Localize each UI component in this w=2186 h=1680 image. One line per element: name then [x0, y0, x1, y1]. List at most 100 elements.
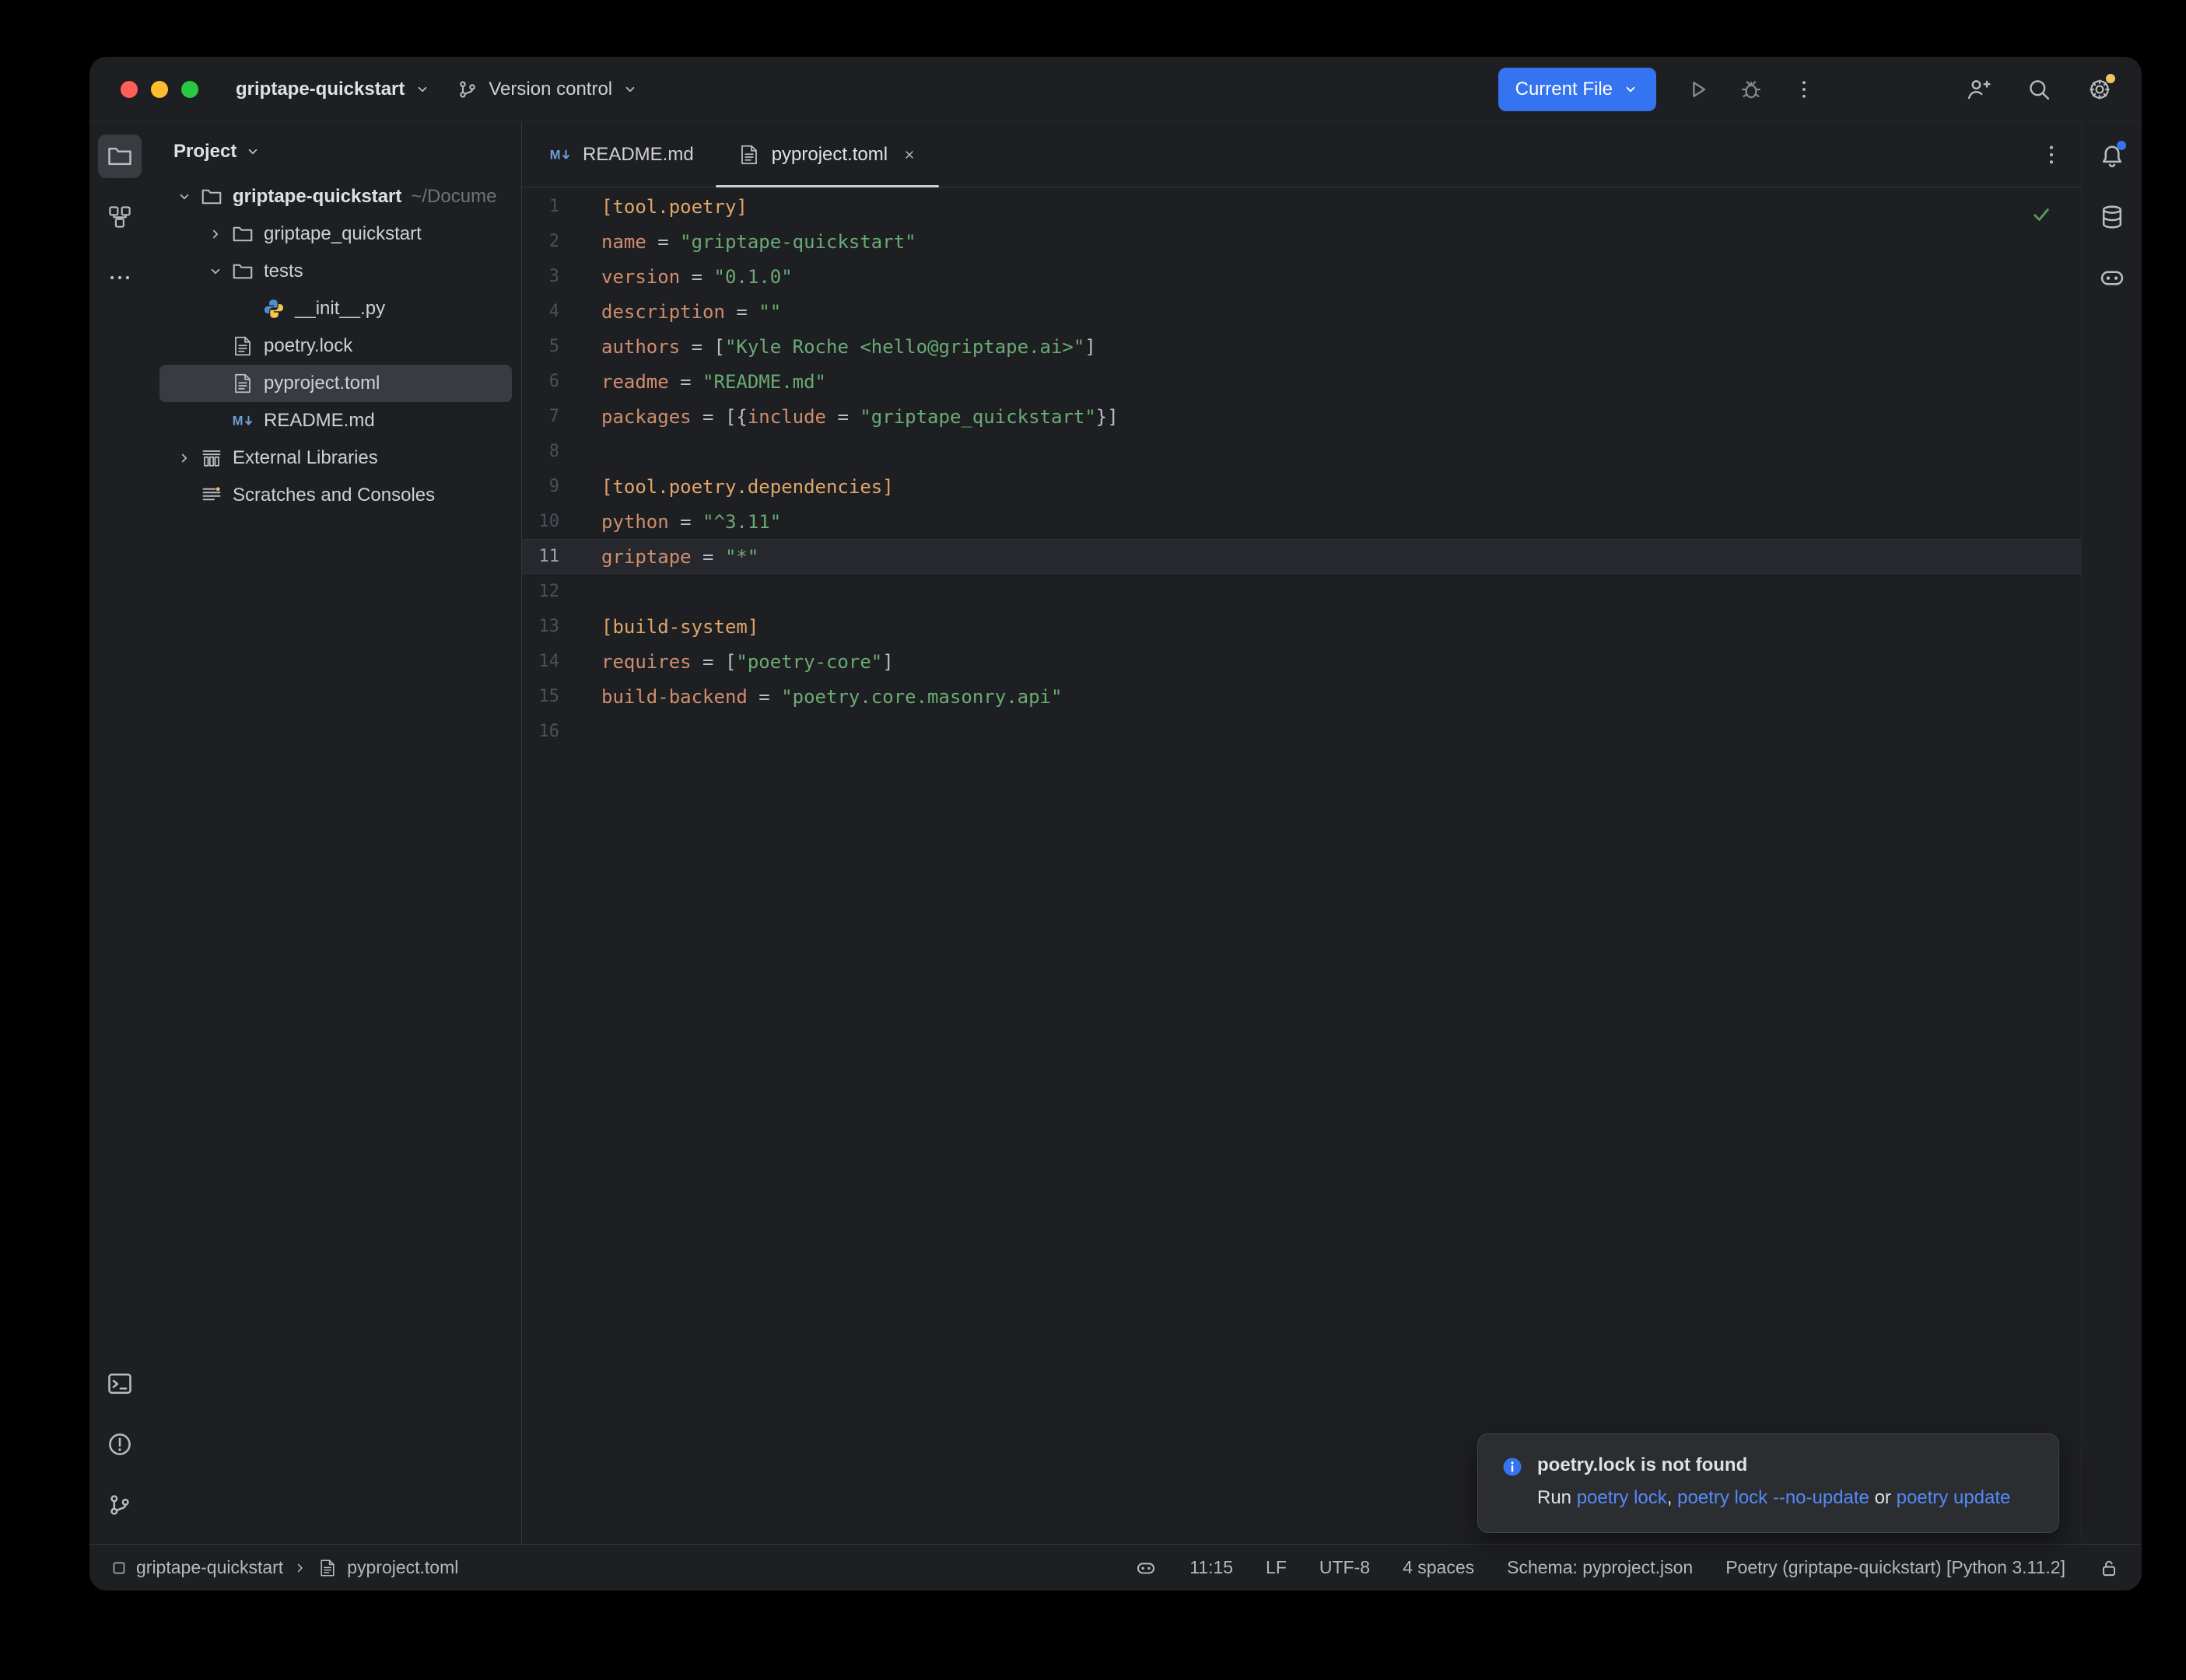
line-text: [tool.poetry.dependencies]: [575, 476, 894, 498]
code-line-10[interactable]: 10python = "^3.11": [522, 504, 2081, 539]
project-panel-header[interactable]: Project: [150, 131, 521, 172]
tree-item-griptape-quickstart[interactable]: griptape_quickstart: [159, 215, 512, 253]
tree-item-label: poetry.lock: [264, 335, 352, 357]
git-tool-icon[interactable]: [98, 1483, 142, 1527]
code-line-15[interactable]: 15build-backend = "poetry.core.masonry.a…: [522, 679, 2081, 714]
problems-tool-icon[interactable]: [98, 1423, 142, 1466]
line-number: 12: [522, 582, 575, 601]
breadcrumb: griptape-quickstart pyproject.toml: [111, 1557, 458, 1578]
chevron-down-icon[interactable]: [200, 263, 231, 280]
more-run-actions-icon[interactable]: [1781, 68, 1827, 111]
tree-item-label: External Libraries: [233, 447, 378, 469]
caret-position[interactable]: 11:15: [1189, 1557, 1233, 1578]
line-text: [build-system]: [575, 616, 758, 638]
code-line-4[interactable]: 4description = "": [522, 294, 2081, 329]
tab-readme-md[interactable]: M README.md: [527, 122, 716, 187]
code-line-8[interactable]: 8: [522, 434, 2081, 469]
line-number: 7: [522, 407, 575, 426]
tree-item-label: pyproject.toml: [264, 373, 380, 394]
scratch-icon: [200, 484, 231, 507]
run-configuration-selector[interactable]: Current File: [1498, 68, 1656, 111]
chevron-right-icon[interactable]: [169, 450, 200, 467]
ai-assistant-tool-icon[interactable]: [2090, 256, 2134, 299]
terminal-tool-icon[interactable]: [98, 1362, 142, 1405]
minimize-window-button[interactable]: [151, 81, 168, 98]
vcs-widget[interactable]: Version control: [443, 68, 651, 111]
statusbar-widgets: 11:15 LF UTF-8 4 spaces Schema: pyprojec…: [1135, 1557, 2120, 1579]
toml-file-icon: [317, 1558, 338, 1578]
chevron-down-icon: [244, 143, 261, 160]
notification-action-link[interactable]: poetry lock: [1577, 1487, 1667, 1508]
chevron-down-icon[interactable]: [169, 188, 200, 205]
python-interpreter[interactable]: Poetry (griptape-quickstart) [Python 3.1…: [1725, 1557, 2065, 1578]
zoom-window-button[interactable]: [181, 81, 198, 98]
tree-item-tests[interactable]: tests: [159, 253, 512, 290]
tree-item-pyproject-toml[interactable]: pyproject.toml: [159, 365, 512, 402]
code-line-12[interactable]: 12: [522, 574, 2081, 609]
chevron-right-icon[interactable]: [200, 226, 231, 243]
code-line-14[interactable]: 14requires = ["poetry-core"]: [522, 644, 2081, 679]
line-text: authors = ["Kyle Roche <hello@griptape.a…: [575, 336, 1096, 358]
close-tab-icon[interactable]: [902, 147, 917, 163]
code-line-2[interactable]: 2name = "griptape-quickstart": [522, 224, 2081, 259]
notification-popup[interactable]: poetry.lock is not found Run poetry lock…: [1477, 1433, 2059, 1533]
library-icon: [200, 446, 231, 470]
run-button[interactable]: [1675, 68, 1722, 111]
database-tool-icon[interactable]: [2090, 195, 2134, 239]
unlock-icon[interactable]: [2098, 1557, 2120, 1579]
line-text: requires = ["poetry-core"]: [575, 651, 894, 673]
code-line-7[interactable]: 7packages = [{include = "griptape_quicks…: [522, 399, 2081, 434]
notification-title: poetry.lock is not found: [1537, 1454, 2010, 1476]
tab-label: README.md: [583, 144, 694, 166]
editor-options-icon[interactable]: [2033, 136, 2070, 173]
breadcrumb-project[interactable]: griptape-quickstart: [136, 1557, 283, 1578]
notification-action-link[interactable]: poetry update: [1897, 1487, 2011, 1508]
project-tool-icon[interactable]: [98, 135, 142, 178]
svg-text:M: M: [550, 148, 561, 162]
tree-item-griptape-quickstart[interactable]: griptape-quickstart~/Docume: [159, 178, 512, 215]
json-schema[interactable]: Schema: pyproject.json: [1507, 1557, 1693, 1578]
tree-item-label: __init__.py: [295, 298, 385, 320]
tree-item-scratches-and-consoles[interactable]: Scratches and Consoles: [159, 477, 512, 514]
code-line-11[interactable]: 11griptape = "*": [522, 539, 2081, 574]
tree-item-path-hint: ~/Docume: [411, 186, 496, 208]
right-toolbar: [2081, 122, 2142, 1544]
project-widget[interactable]: griptape-quickstart: [223, 68, 443, 111]
line-separator[interactable]: LF: [1266, 1557, 1287, 1578]
project-tree: griptape-quickstart~/Documegriptape_quic…: [150, 172, 521, 514]
structure-tool-icon[interactable]: [98, 195, 142, 239]
search-everywhere-icon[interactable]: [2020, 71, 2058, 108]
line-text: python = "^3.11": [575, 511, 781, 533]
notification-action-link[interactable]: poetry lock --no-update: [1677, 1487, 1869, 1508]
debug-button[interactable]: [1728, 68, 1774, 111]
tab-pyproject-toml[interactable]: pyproject.toml: [716, 122, 939, 187]
indent-style[interactable]: 4 spaces: [1403, 1557, 1474, 1578]
file-encoding[interactable]: UTF-8: [1319, 1557, 1370, 1578]
tree-item-readme-md[interactable]: MREADME.md: [159, 402, 512, 439]
code-editor[interactable]: 1[tool.poetry]2name = "griptape-quicksta…: [522, 187, 2081, 1544]
tree-item--init-py[interactable]: __init__.py: [159, 290, 512, 327]
code-line-16[interactable]: 16: [522, 714, 2081, 749]
ai-assistant-status-icon[interactable]: [1135, 1557, 1157, 1579]
line-text: packages = [{include = "griptape_quickst…: [575, 406, 1119, 428]
code-line-13[interactable]: 13[build-system]: [522, 609, 2081, 644]
notifications-bell-icon[interactable]: [2090, 135, 2134, 178]
more-tool-windows-icon[interactable]: [98, 256, 142, 299]
tree-item-poetry-lock[interactable]: poetry.lock: [159, 327, 512, 365]
code-lines: 1[tool.poetry]2name = "griptape-quicksta…: [522, 189, 2081, 749]
code-line-5[interactable]: 5authors = ["Kyle Roche <hello@griptape.…: [522, 329, 2081, 364]
inspections-ok-icon[interactable]: [2030, 203, 2053, 226]
breadcrumb-file[interactable]: pyproject.toml: [347, 1557, 458, 1578]
tree-item-label: README.md: [264, 410, 375, 432]
project-panel: Project griptape-quickstart~/Documegript…: [150, 122, 522, 1544]
code-line-9[interactable]: 9[tool.poetry.dependencies]: [522, 469, 2081, 504]
toml-file-icon: [737, 143, 761, 166]
close-window-button[interactable]: [121, 81, 138, 98]
code-line-3[interactable]: 3version = "0.1.0": [522, 259, 2081, 294]
code-line-6[interactable]: 6readme = "README.md": [522, 364, 2081, 399]
folder-icon: [231, 222, 262, 246]
tree-item-external-libraries[interactable]: External Libraries: [159, 439, 512, 477]
settings-gear-icon[interactable]: [2081, 71, 2118, 108]
code-with-me-icon[interactable]: [1960, 71, 1997, 108]
code-line-1[interactable]: 1[tool.poetry]: [522, 189, 2081, 224]
